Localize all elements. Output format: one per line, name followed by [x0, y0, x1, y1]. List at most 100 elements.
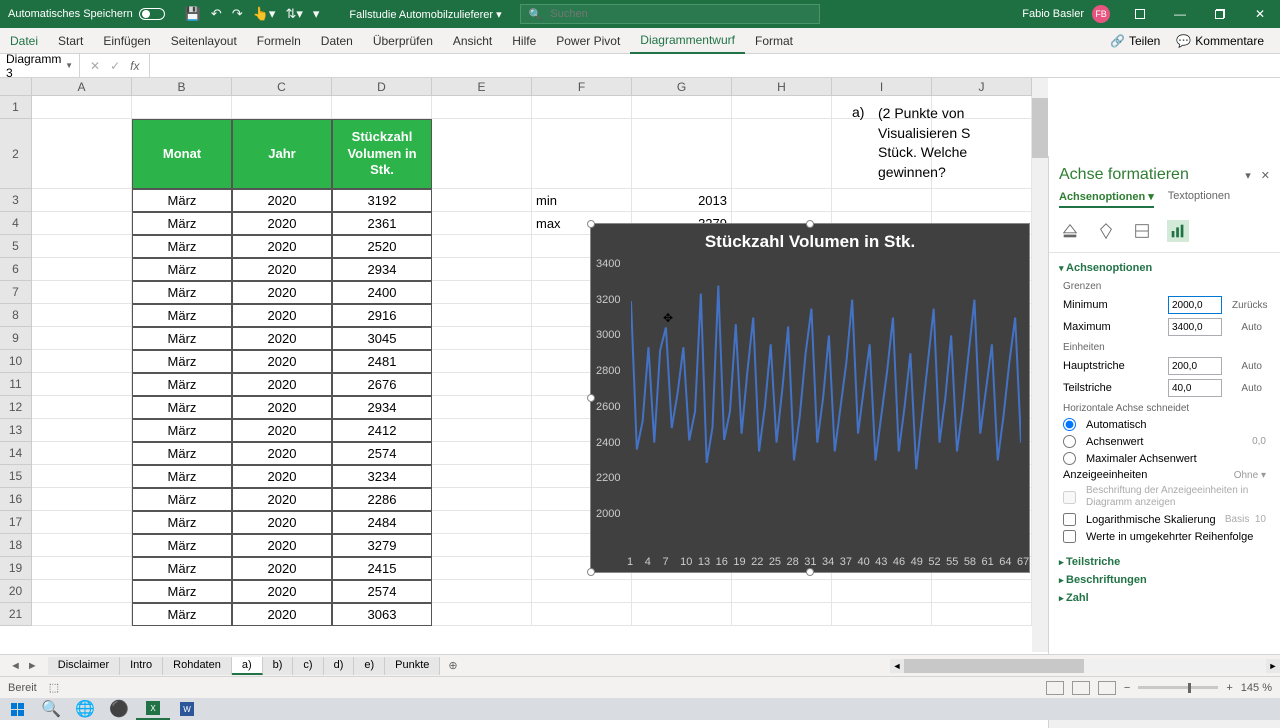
- cell[interactable]: März: [132, 396, 232, 419]
- qat-more-icon[interactable]: ▾: [313, 6, 320, 22]
- cell[interactable]: [32, 580, 132, 603]
- view-pagebreak-button[interactable]: [1098, 681, 1116, 695]
- cell[interactable]: März: [132, 603, 232, 626]
- cell[interactable]: März: [132, 419, 232, 442]
- row-header[interactable]: 3: [0, 189, 32, 212]
- touch-mode-icon[interactable]: 👆▾: [253, 6, 276, 22]
- cell[interactable]: [432, 119, 532, 189]
- cell[interactable]: [532, 603, 632, 626]
- cell[interactable]: März: [132, 580, 232, 603]
- cell[interactable]: [432, 580, 532, 603]
- cell[interactable]: 2020: [232, 580, 332, 603]
- cell[interactable]: [732, 603, 832, 626]
- cell[interactable]: 2020: [232, 488, 332, 511]
- cell[interactable]: [432, 258, 532, 281]
- cell[interactable]: [32, 281, 132, 304]
- axis-options-icon[interactable]: [1167, 220, 1189, 242]
- col-header[interactable]: E: [432, 78, 532, 95]
- taskbar-app-1[interactable]: 🌐: [68, 698, 102, 720]
- share-button[interactable]: 🔗 Teilen: [1104, 34, 1166, 48]
- cell[interactable]: 2574: [332, 580, 432, 603]
- col-header[interactable]: F: [532, 78, 632, 95]
- sheet-tab[interactable]: Rohdaten: [163, 657, 232, 675]
- cell[interactable]: 2520: [332, 235, 432, 258]
- select-all-corner[interactable]: [0, 78, 32, 95]
- section-tickmarks[interactable]: Teilstriche: [1059, 553, 1270, 571]
- cell[interactable]: März: [132, 488, 232, 511]
- sheet-tab[interactable]: a): [232, 657, 263, 675]
- row-header[interactable]: 18: [0, 534, 32, 557]
- cell[interactable]: 2676: [332, 373, 432, 396]
- section-axis-options[interactable]: Achsenoptionen: [1059, 259, 1270, 277]
- sheet-tab[interactable]: Punkte: [385, 657, 440, 675]
- row-header[interactable]: 5: [0, 235, 32, 258]
- sheet-tab[interactable]: b): [263, 657, 294, 675]
- cell[interactable]: [32, 350, 132, 373]
- ribbon-tab-power pivot[interactable]: Power Pivot: [546, 28, 630, 54]
- cell[interactable]: 2020: [232, 373, 332, 396]
- cell[interactable]: [432, 419, 532, 442]
- cell[interactable]: [832, 580, 932, 603]
- col-header[interactable]: H: [732, 78, 832, 95]
- cell[interactable]: März: [132, 534, 232, 557]
- search-input[interactable]: [550, 8, 810, 20]
- cell[interactable]: Jahr: [232, 119, 332, 189]
- cell[interactable]: 3234: [332, 465, 432, 488]
- cell[interactable]: 3063: [332, 603, 432, 626]
- sort-icon[interactable]: ⇅▾: [285, 6, 302, 22]
- max-input[interactable]: [1168, 318, 1222, 336]
- cell[interactable]: 2934: [332, 258, 432, 281]
- search-box[interactable]: 🔍: [520, 4, 820, 24]
- name-box[interactable]: Diagramm 3▼: [0, 54, 80, 77]
- cell[interactable]: [432, 350, 532, 373]
- add-sheet-button[interactable]: ⊕: [440, 659, 465, 672]
- col-header[interactable]: B: [132, 78, 232, 95]
- row-header[interactable]: 20: [0, 580, 32, 603]
- sheet-tab[interactable]: Intro: [120, 657, 163, 675]
- cell[interactable]: März: [132, 304, 232, 327]
- cell[interactable]: 2020: [232, 212, 332, 235]
- ribbon-tab-hilfe[interactable]: Hilfe: [502, 28, 546, 54]
- cell[interactable]: [432, 281, 532, 304]
- row-header[interactable]: 13: [0, 419, 32, 442]
- row-header[interactable]: 19: [0, 557, 32, 580]
- cell[interactable]: 2412: [332, 419, 432, 442]
- cell[interactable]: [332, 96, 432, 119]
- row-header[interactable]: 9: [0, 327, 32, 350]
- pane-close-icon[interactable]: ✕: [1261, 169, 1270, 182]
- radio-value[interactable]: [1063, 435, 1076, 448]
- cell[interactable]: [432, 212, 532, 235]
- cell[interactable]: [932, 580, 1032, 603]
- cell[interactable]: Stückzahl Volumen in Stk.: [332, 119, 432, 189]
- row-header[interactable]: 15: [0, 465, 32, 488]
- zoom-level[interactable]: 145 %: [1241, 682, 1272, 694]
- cell[interactable]: März: [132, 350, 232, 373]
- save-icon[interactable]: 💾: [185, 6, 201, 22]
- chk-reverse[interactable]: [1063, 530, 1076, 543]
- cell[interactable]: Monat: [132, 119, 232, 189]
- cell[interactable]: 3045: [332, 327, 432, 350]
- ribbon-tab-start[interactable]: Start: [48, 28, 93, 54]
- cell[interactable]: [732, 580, 832, 603]
- ribbon-tab-seitenlayout[interactable]: Seitenlayout: [161, 28, 247, 54]
- cell[interactable]: [432, 465, 532, 488]
- cell[interactable]: 2013: [632, 189, 732, 212]
- reset-min-button[interactable]: Zurücks: [1228, 300, 1266, 311]
- cell[interactable]: [32, 557, 132, 580]
- cell[interactable]: 2020: [232, 557, 332, 580]
- filename[interactable]: Fallstudie Automobilzulieferer ▾: [331, 8, 519, 21]
- cell[interactable]: [532, 119, 632, 189]
- cancel-formula-icon[interactable]: ✕: [90, 59, 100, 73]
- effects-icon[interactable]: [1095, 220, 1117, 242]
- cell[interactable]: 2020: [232, 258, 332, 281]
- ribbon-tab-ansicht[interactable]: Ansicht: [443, 28, 502, 54]
- cell[interactable]: 2400: [332, 281, 432, 304]
- major-input[interactable]: [1168, 357, 1222, 375]
- col-header[interactable]: J: [932, 78, 1032, 95]
- cell[interactable]: März: [132, 442, 232, 465]
- col-header[interactable]: D: [332, 78, 432, 95]
- cell[interactable]: [32, 442, 132, 465]
- cell[interactable]: März: [132, 465, 232, 488]
- cell[interactable]: 2484: [332, 511, 432, 534]
- cell[interactable]: 2574: [332, 442, 432, 465]
